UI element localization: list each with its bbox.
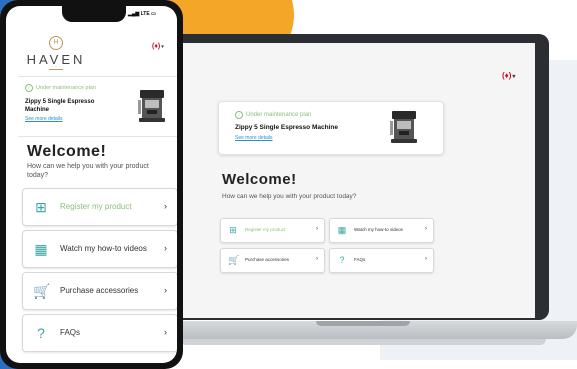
chevron-right-icon: ›: [164, 243, 167, 253]
desktop-register-product-label: Register my product: [245, 227, 286, 232]
phone-register-product-button[interactable]: ⊞ Register my product ›: [22, 188, 177, 226]
divider: [18, 76, 177, 77]
chevron-right-icon: ›: [316, 256, 318, 262]
phone-notch: [62, 6, 126, 22]
canada-flag-icon: (♦): [502, 71, 512, 80]
chevron-right-icon: ›: [164, 285, 167, 295]
haven-logo: H HAVEN: [26, 36, 86, 70]
desktop-watch-videos-button[interactable]: ▦ Watch my how-to videos ›: [329, 218, 434, 243]
divider: [18, 136, 177, 137]
check-circle-icon: ✓: [25, 84, 33, 92]
phone-see-more-link[interactable]: See more details: [25, 116, 63, 122]
phone-watch-videos-label: Watch my how-to videos: [60, 244, 147, 253]
chevron-right-icon: ›: [164, 201, 167, 211]
desktop-plan-status-text: Under maintenance plan: [246, 112, 312, 118]
caret-down-icon: ▾: [161, 44, 164, 50]
haven-logo-text: HAVEN: [26, 52, 86, 67]
question-icon: ?: [37, 325, 45, 341]
laptop-stand: [180, 339, 546, 345]
phone-language-selector[interactable]: (♦)▾: [152, 43, 164, 50]
desktop-language-selector[interactable]: (♦)▾: [502, 71, 515, 80]
desktop-register-product-button[interactable]: ⊞ Register my product ›: [220, 218, 325, 243]
chevron-right-icon: ›: [164, 327, 167, 337]
desktop-purchase-accessories-label: Purchase accessories: [245, 257, 290, 262]
film-icon: ▦: [34, 241, 48, 257]
phone-plan-status-text: Under maintenance plan: [36, 85, 96, 91]
desktop-welcome-subtitle: How can we help you with your product to…: [222, 193, 357, 200]
phone-faqs-label: FAQs: [60, 328, 81, 337]
plus-square-icon: ⊞: [35, 199, 47, 215]
phone-product-name: Zippy 5 Single Espresso Machine: [25, 99, 95, 113]
desktop-see-more-link[interactable]: See more details: [235, 135, 273, 141]
caret-down-icon: ▾: [512, 74, 516, 80]
desktop-faqs-button[interactable]: ? FAQs ›: [329, 248, 434, 273]
desktop-faqs-label: FAQs: [354, 257, 366, 262]
phone-register-product-label: Register my product: [60, 202, 132, 211]
espresso-machine-image: [390, 111, 417, 143]
chevron-right-icon: ›: [425, 226, 427, 232]
phone-purchase-accessories-label: Purchase accessories: [60, 286, 139, 295]
phone-status-bar: ▂▄▆ LTE ▭: [128, 11, 156, 17]
logo-underline: [49, 69, 63, 70]
check-circle-icon: ✓: [235, 111, 243, 119]
cart-icon: 🛒: [228, 255, 240, 265]
phone-screen: H HAVEN (♦)▾ ✓ Under maintenance plan Zip…: [6, 6, 177, 363]
film-icon: ▦: [337, 225, 347, 235]
desktop-product-name: Zippy 5 Single Espresso Machine: [235, 124, 338, 131]
espresso-machine-image: [138, 90, 165, 122]
haven-logo-mark: H: [49, 36, 63, 50]
canada-flag-icon: (♦): [152, 43, 161, 50]
desktop-purchase-accessories-button[interactable]: 🛒 Purchase accessories ›: [220, 248, 325, 273]
battery-icon: ▭: [151, 11, 156, 17]
desktop-watch-videos-label: Watch my how-to videos: [354, 227, 403, 232]
network-label: LTE: [140, 11, 150, 17]
phone-purchase-accessories-button[interactable]: 🛒 Purchase accessories ›: [22, 272, 177, 310]
phone-frame: H HAVEN (♦)▾ ✓ Under maintenance plan Zip…: [0, 0, 183, 369]
phone-welcome-title: Welcome!: [27, 143, 107, 160]
chevron-right-icon: ›: [316, 226, 318, 232]
plus-square-icon: ⊞: [229, 225, 237, 235]
desktop-plan-status: ✓ Under maintenance plan: [235, 111, 311, 119]
laptop-notch: [316, 321, 410, 326]
question-icon: ?: [339, 255, 345, 265]
phone-welcome-subtitle: How can we help you with your product to…: [27, 163, 149, 179]
signal-icon: ▂▄▆: [128, 11, 140, 17]
phone-watch-videos-button[interactable]: ▦ Watch my how-to videos ›: [22, 230, 177, 268]
phone-plan-status: ✓ Under maintenance plan: [25, 84, 96, 92]
phone-faqs-button[interactable]: ? FAQs ›: [22, 314, 177, 352]
cart-icon: 🛒: [33, 283, 51, 299]
phone-product-card: ✓ Under maintenance plan Zippy 5 Single E…: [25, 84, 173, 132]
chevron-right-icon: ›: [425, 256, 427, 262]
desktop-welcome-title: Welcome!: [222, 171, 297, 188]
desktop-product-card: ✓ Under maintenance plan Zippy 5 Single E…: [218, 101, 444, 155]
